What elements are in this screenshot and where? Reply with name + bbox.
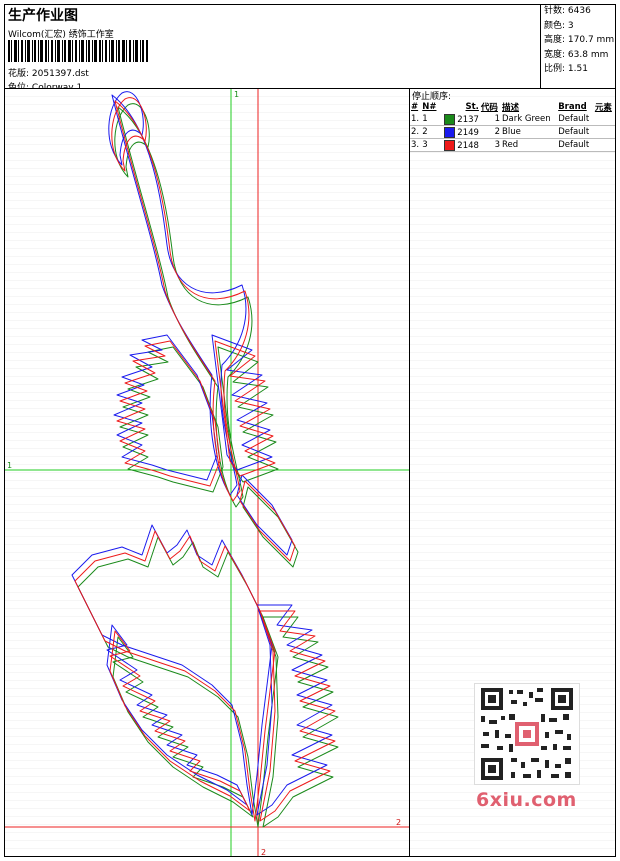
- outline-blue: [71, 91, 333, 816]
- qr-code: [474, 683, 580, 785]
- row-brand: Default: [557, 113, 594, 126]
- design-preview[interactable]: 1 1 2 2: [5, 89, 409, 856]
- row-element: [593, 113, 615, 126]
- stat-stitches-label: 针数:: [544, 6, 566, 16]
- row-st: 2148: [439, 138, 480, 152]
- table-row[interactable]: 2. 2 2149 2 Blue Default: [410, 125, 615, 139]
- header-info: 生产作业图 Wilcom(汇宏) 绣饰工作室 花版: 2051397.dst 色…: [6, 5, 536, 93]
- row-code: 2: [479, 125, 502, 139]
- row-num: 1.: [410, 113, 422, 126]
- col-num: #: [411, 102, 419, 112]
- stat-ratio-value: 1.51: [567, 64, 588, 74]
- col-code: 代码: [480, 103, 498, 113]
- stat-colors-value: 3: [567, 20, 574, 31]
- table-row[interactable]: 1. 1 2137 1 Dark Green Default: [410, 113, 615, 126]
- row-code: 1: [479, 113, 502, 126]
- row-element: [593, 138, 615, 152]
- outline-green: [77, 103, 339, 828]
- stop-sequence-table: # N# St. 代码 描述 Brand 元素 1. 1 2137 1 Dark…: [410, 101, 615, 152]
- col-brand: Brand: [558, 102, 587, 112]
- red-bottom-label: 2: [261, 848, 266, 856]
- stat-width: 宽度: 63.8 mm: [544, 48, 616, 63]
- row-n: 1: [421, 113, 440, 126]
- row-code: 3: [479, 138, 502, 152]
- stat-colors: 颜色: 3: [544, 19, 616, 34]
- row-st-value: 2148: [457, 140, 479, 151]
- design-file-label: 花版:: [8, 69, 30, 79]
- design-stats: 针数: 6436 颜色: 3 高度: 170.7 mm 宽度: 63.8 mm …: [540, 4, 616, 88]
- watermark: 6xiu.com: [476, 789, 577, 811]
- col-n: N#: [422, 102, 437, 112]
- design-file-value: 2051397.dst: [31, 69, 89, 79]
- row-element: [593, 125, 615, 139]
- green-top-label: 1: [234, 90, 239, 99]
- color-swatch: [444, 113, 456, 125]
- color-swatch: [444, 139, 456, 151]
- stat-width-value: 63.8 mm: [567, 49, 609, 60]
- row-desc: Dark Green: [501, 113, 558, 126]
- red-right-label: 2: [396, 818, 401, 827]
- row-desc: Blue: [501, 125, 558, 139]
- page-title: 生产作业图: [8, 8, 78, 24]
- row-st-value: 2137: [457, 114, 479, 125]
- row-desc: Red: [501, 138, 558, 152]
- stat-stitches: 针数: 6436: [544, 4, 616, 19]
- outline-red: [74, 97, 336, 822]
- col-element: 元素: [594, 103, 612, 113]
- embroidery-drawing: 1 1 2 2: [5, 89, 409, 856]
- stat-width-label: 宽度:: [544, 49, 566, 60]
- row-num: 3.: [410, 138, 422, 152]
- col-desc: 描述: [502, 103, 520, 113]
- stat-ratio-label: 比例:: [544, 64, 566, 74]
- stat-ratio: 比例: 1.51: [544, 62, 616, 77]
- table-row[interactable]: 3. 3 2148 3 Red Default: [410, 138, 615, 152]
- col-st: St.: [465, 102, 479, 112]
- stat-height: 高度: 170.7 mm: [544, 33, 616, 48]
- stat-height-label: 高度:: [544, 35, 566, 45]
- green-left-label: 1: [7, 461, 12, 470]
- company-name: Wilcom(汇宏) 绣饰工作室: [8, 30, 114, 40]
- row-st: 2137: [439, 113, 480, 126]
- row-num: 2.: [410, 125, 422, 139]
- stat-stitches-value: 6436: [567, 6, 591, 16]
- row-n: 2: [421, 125, 440, 139]
- row-brand: Default: [557, 125, 594, 139]
- stat-height-value: 170.7 mm: [567, 35, 615, 45]
- row-brand: Default: [557, 138, 594, 152]
- color-swatch: [444, 126, 456, 138]
- design-file: 花版: 2051397.dst: [8, 66, 89, 79]
- row-st: 2149: [439, 125, 480, 139]
- stat-colors-label: 颜色:: [544, 20, 566, 31]
- row-n: 3: [421, 138, 440, 152]
- row-st-value: 2149: [457, 127, 479, 138]
- barcode: [8, 40, 148, 62]
